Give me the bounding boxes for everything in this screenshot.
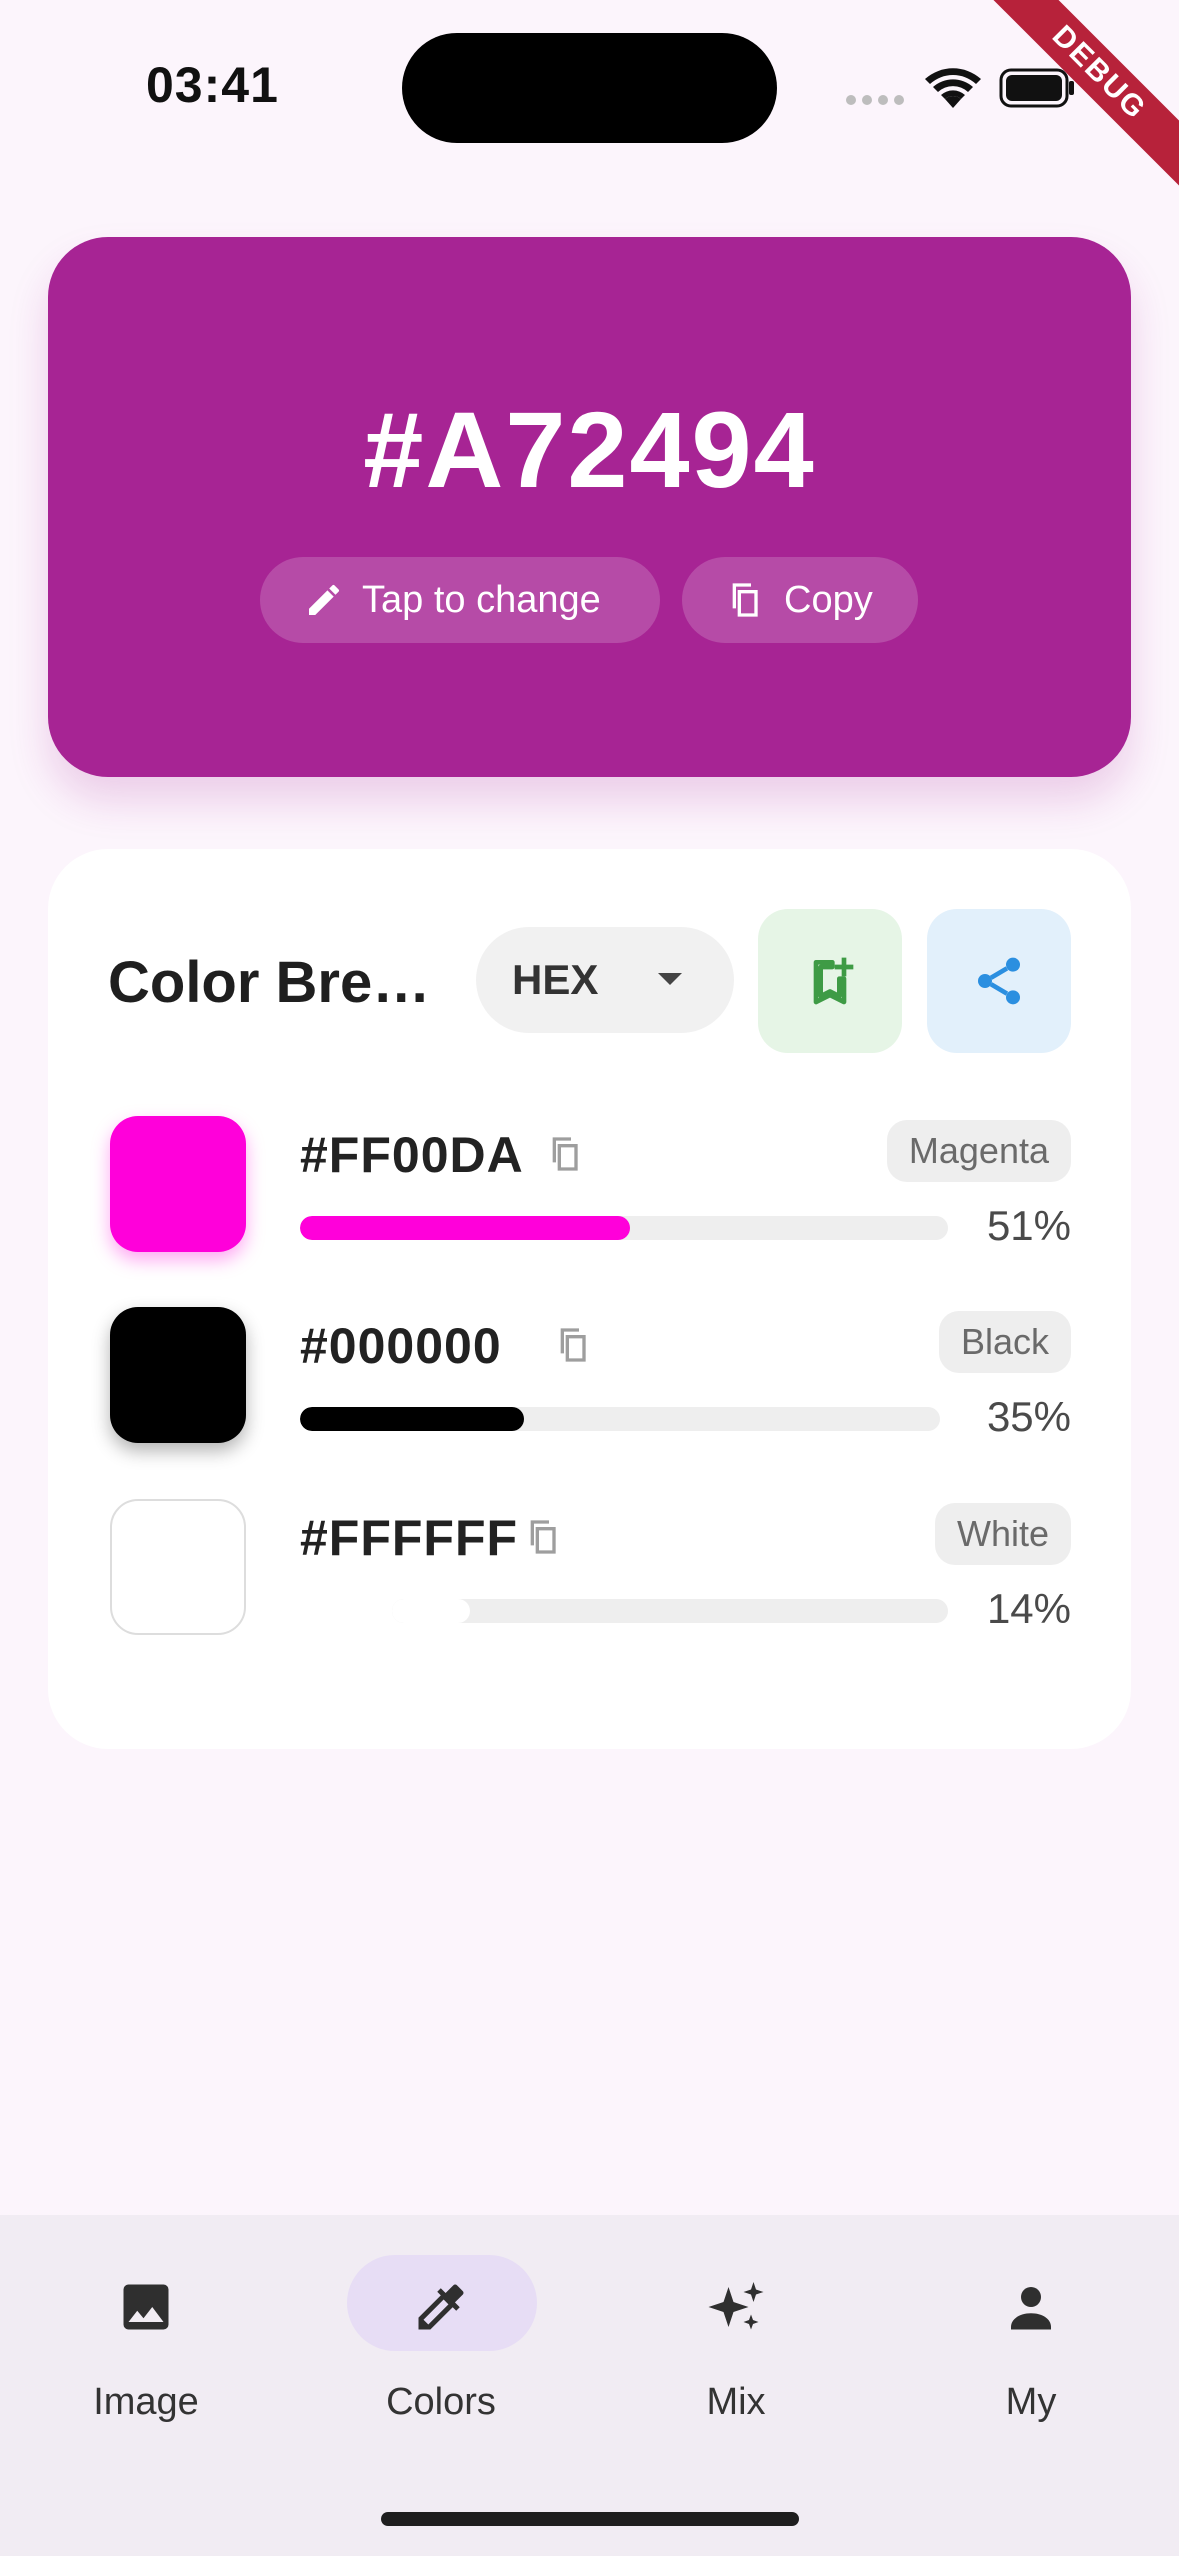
color-swatch[interactable] xyxy=(110,1499,246,1635)
pencil-icon xyxy=(309,584,340,615)
share-bar xyxy=(300,1407,940,1431)
wifi-icon xyxy=(925,68,981,108)
nav-label: My xyxy=(1005,2381,1057,2423)
selected-color-card[interactable]: #A72494 Tap to change Copy xyxy=(48,237,1131,777)
tap-to-change-label: Tap to change xyxy=(362,578,601,621)
signal-dots-icon xyxy=(846,95,904,105)
nav-label: Image xyxy=(93,2381,199,2423)
copy-icon xyxy=(732,583,758,617)
tap-to-change-button[interactable]: Tap to change xyxy=(260,557,660,643)
share-bar-fill xyxy=(300,1216,631,1240)
color-percent: 35% xyxy=(986,1393,1071,1440)
color-row: #FFFFFF White 14% xyxy=(48,1499,1131,1649)
color-row: #FF00DA Magenta 51% xyxy=(48,1116,1131,1266)
debug-ribbon: DEBUG xyxy=(979,0,1179,200)
color-name-badge: White xyxy=(934,1503,1071,1565)
nav-item-image[interactable]: Image xyxy=(26,2255,266,2455)
color-name-badge: Black xyxy=(938,1311,1071,1373)
copy-icon[interactable] xyxy=(524,1517,564,1557)
copy-icon[interactable] xyxy=(546,1134,586,1174)
color-swatch[interactable] xyxy=(110,1307,246,1443)
color-swatch[interactable] xyxy=(110,1116,246,1252)
share-bar xyxy=(392,1599,948,1623)
color-percent: 51% xyxy=(986,1202,1071,1249)
bookmark-add-icon xyxy=(813,957,854,1005)
color-hex: #FF00DA xyxy=(300,1127,524,1183)
status-time: 03:41 xyxy=(146,57,279,113)
copy-hex-button[interactable]: Copy xyxy=(682,557,918,643)
nav-item-colors[interactable]: Colors xyxy=(321,2255,561,2455)
share-bar-fill xyxy=(300,1407,524,1431)
home-indicator[interactable] xyxy=(381,2512,799,2526)
share-button[interactable] xyxy=(927,909,1071,1053)
breakdown-title: Color Bre… xyxy=(108,950,431,1015)
color-breakdown-card: Color Bre… HEX #FF00DA Magenta 51% #0000… xyxy=(48,849,1131,1749)
nav-label: Colors xyxy=(386,2381,496,2423)
dynamic-island xyxy=(402,33,777,143)
nav-item-my[interactable]: My xyxy=(911,2255,1151,2455)
share-icon xyxy=(978,957,1020,1005)
nav-item-mix[interactable]: Mix xyxy=(616,2255,856,2455)
eyedropper-icon xyxy=(418,2284,464,2330)
color-name-badge: Magenta xyxy=(886,1120,1071,1182)
person-icon xyxy=(1011,2287,1051,2330)
color-row: #000000 Black 35% xyxy=(48,1307,1131,1457)
color-hex: #FFFFFF xyxy=(300,1510,519,1566)
format-value: HEX xyxy=(512,956,599,1003)
selected-color-hex: #A72494 xyxy=(363,389,816,510)
format-dropdown[interactable]: HEX xyxy=(476,927,734,1033)
chevron-down-icon xyxy=(658,973,682,985)
nav-label: Mix xyxy=(706,2381,766,2423)
bottom-navigation: Image Colors Mix My xyxy=(0,2215,1179,2556)
save-palette-button[interactable] xyxy=(758,909,902,1053)
color-hex: #000000 xyxy=(300,1318,502,1374)
image-icon xyxy=(123,2284,169,2330)
debug-label: DEBUG xyxy=(979,0,1179,196)
color-percent: 14% xyxy=(986,1585,1071,1632)
share-bar xyxy=(300,1216,948,1240)
share-bar-fill xyxy=(392,1599,470,1623)
sparkles-icon xyxy=(708,2282,764,2330)
copy-icon[interactable] xyxy=(554,1325,594,1365)
copy-label: Copy xyxy=(784,578,873,621)
